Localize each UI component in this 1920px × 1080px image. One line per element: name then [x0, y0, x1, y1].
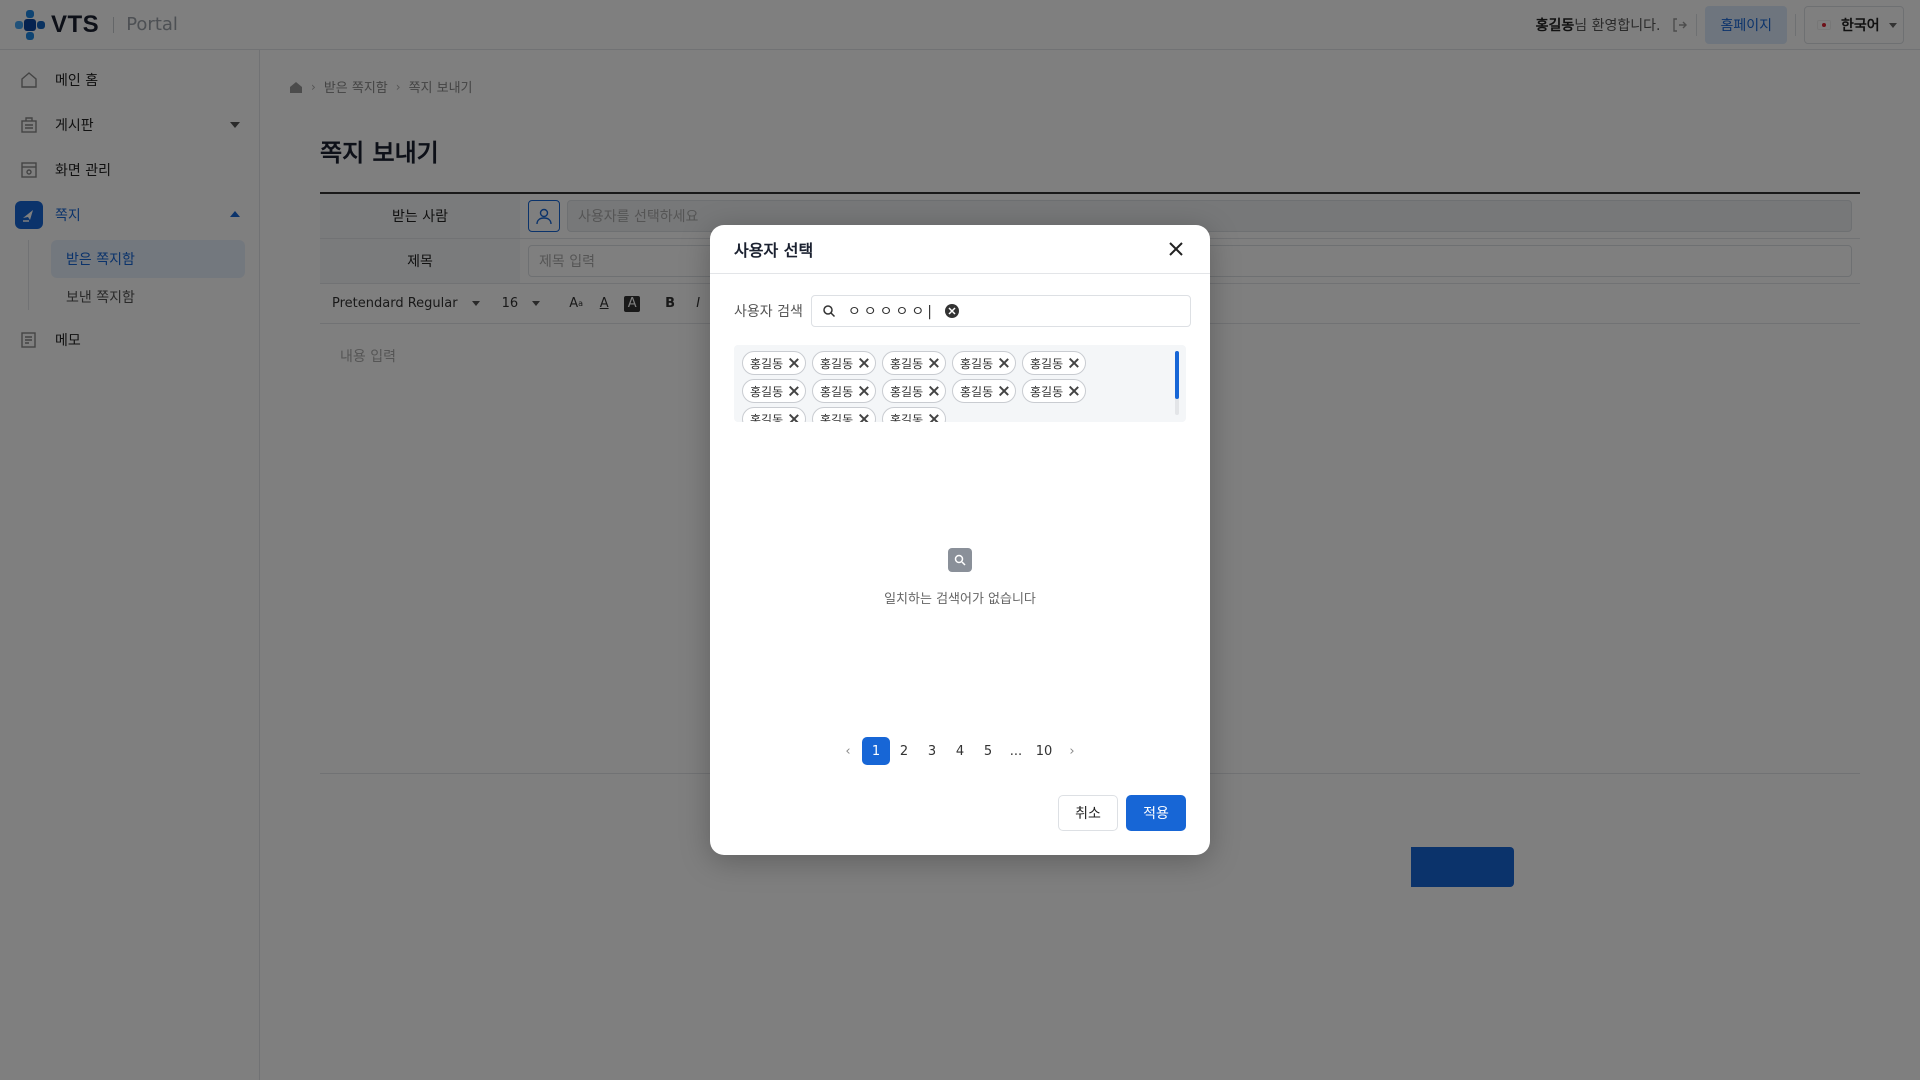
cancel-button[interactable]: 취소: [1058, 795, 1118, 831]
user-tag: 홍길동: [742, 351, 806, 375]
remove-tag-icon[interactable]: [859, 358, 869, 368]
user-tag-label: 홍길동: [750, 384, 784, 399]
modal-header: 사용자 선택: [710, 225, 1210, 274]
search-row: 사용자 검색 ㅇㅇㅇㅇㅇ|: [734, 295, 1191, 327]
user-tag-label: 홍길동: [820, 384, 854, 399]
page-button[interactable]: 4: [946, 737, 974, 765]
user-select-modal: 사용자 선택 사용자 검색 ㅇㅇㅇㅇㅇ| 홍길동 홍길동 홍길동 홍길동 홍길동 홍길동 홍…: [710, 225, 1210, 855]
modal-footer: 취소 적용: [1058, 795, 1186, 831]
clear-icon[interactable]: [944, 304, 959, 318]
remove-tag-icon[interactable]: [859, 386, 869, 396]
page-button[interactable]: 1: [862, 737, 890, 765]
user-tag-label: 홍길동: [820, 412, 854, 423]
remove-tag-icon[interactable]: [999, 358, 1009, 368]
page-button[interactable]: 5: [974, 737, 1002, 765]
user-tag: 홍길동: [882, 407, 946, 422]
close-icon[interactable]: [1166, 239, 1186, 259]
user-tag-label: 홍길동: [1030, 356, 1064, 371]
user-tag-label: 홍길동: [960, 356, 994, 371]
search-label: 사용자 검색: [734, 304, 803, 320]
search-value: ㅇㅇㅇㅇㅇ|: [847, 304, 935, 320]
user-tag-label: 홍길동: [750, 356, 784, 371]
pagination: ‹ 1 2 3 4 5... 10 ›: [710, 737, 1210, 765]
remove-tag-icon[interactable]: [1069, 358, 1079, 368]
remove-tag-icon[interactable]: [929, 414, 939, 422]
user-tag: 홍길동: [742, 407, 806, 422]
remove-tag-icon[interactable]: [1069, 386, 1079, 396]
remove-tag-icon[interactable]: [929, 386, 939, 396]
user-tag-label: 홍길동: [960, 384, 994, 399]
tags-scrollbar[interactable]: [1175, 351, 1179, 415]
page-button[interactable]: 2: [890, 737, 918, 765]
user-search-input[interactable]: ㅇㅇㅇㅇㅇ|: [810, 295, 1191, 327]
empty-message: 일치하는 검색어가 없습니다: [884, 592, 1036, 607]
prev-page-icon[interactable]: ‹: [834, 737, 862, 765]
apply-button[interactable]: 적용: [1126, 795, 1186, 831]
user-tag-label: 홍길동: [1030, 384, 1064, 399]
scrollbar-thumb[interactable]: [1175, 351, 1179, 399]
user-tag-label: 홍길동: [890, 356, 924, 371]
page-button[interactable]: 10: [1030, 737, 1058, 765]
user-tag: 홍길동: [882, 379, 946, 403]
user-tag: 홍길동: [812, 407, 876, 422]
user-tag: 홍길동: [882, 351, 946, 375]
user-tag: 홍길동: [952, 351, 1016, 375]
user-tag: 홍길동: [812, 379, 876, 403]
user-tag: 홍길동: [742, 379, 806, 403]
remove-tag-icon[interactable]: [929, 358, 939, 368]
remove-tag-icon[interactable]: [789, 414, 799, 422]
search-icon: [823, 305, 835, 318]
remove-tag-icon[interactable]: [789, 386, 799, 396]
remove-tag-icon[interactable]: [859, 414, 869, 422]
user-tag-label: 홍길동: [820, 356, 854, 371]
modal-title: 사용자 선택: [734, 241, 814, 260]
no-result-icon: [948, 548, 972, 572]
user-tag: 홍길동: [812, 351, 876, 375]
user-tag: 홍길동: [1022, 351, 1086, 375]
user-tag-label: 홍길동: [750, 412, 784, 423]
remove-tag-icon[interactable]: [999, 386, 1009, 396]
user-tag: 홍길동: [952, 379, 1016, 403]
user-tag: 홍길동: [1022, 379, 1086, 403]
user-tag-label: 홍길동: [890, 384, 924, 399]
user-tag-label: 홍길동: [890, 412, 924, 423]
page-ellipsis: ...: [1009, 743, 1023, 759]
next-page-icon[interactable]: ›: [1058, 737, 1086, 765]
selected-users-box: 홍길동 홍길동 홍길동 홍길동 홍길동 홍길동 홍길동 홍길동 홍길동 홍길동 홍길동 홍길동 홍길동: [734, 345, 1186, 422]
remove-tag-icon[interactable]: [789, 358, 799, 368]
page-button[interactable]: 3: [918, 737, 946, 765]
